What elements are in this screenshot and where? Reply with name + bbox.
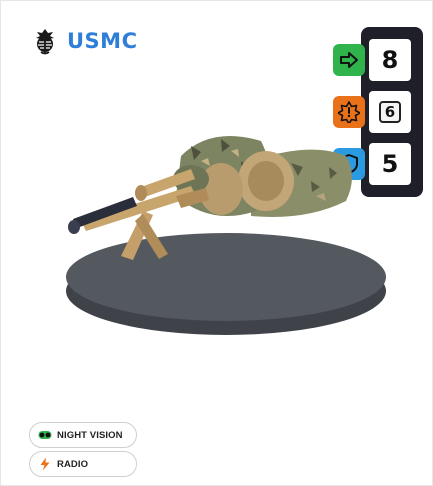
faction-header: USMC [31, 27, 138, 55]
arrow-right-icon [333, 44, 365, 76]
faction-name: USMC [67, 29, 138, 53]
stat-movement: 8 [333, 39, 411, 81]
movement-value: 8 [369, 39, 411, 81]
ability-radio: RADIO [29, 451, 137, 477]
eagle-globe-anchor-icon [36, 29, 54, 55]
ability-label: RADIO [57, 458, 89, 470]
ability-night-vision: NIGHT VISION [29, 422, 137, 448]
prone-sniper-miniature [66, 136, 386, 335]
night-vision-goggles-icon [38, 431, 52, 439]
lightning-icon [40, 457, 50, 471]
ability-label: NIGHT VISION [57, 429, 123, 441]
unit-card: USMC 8 6 5 NIGHT VISION RADIO [0, 0, 433, 486]
